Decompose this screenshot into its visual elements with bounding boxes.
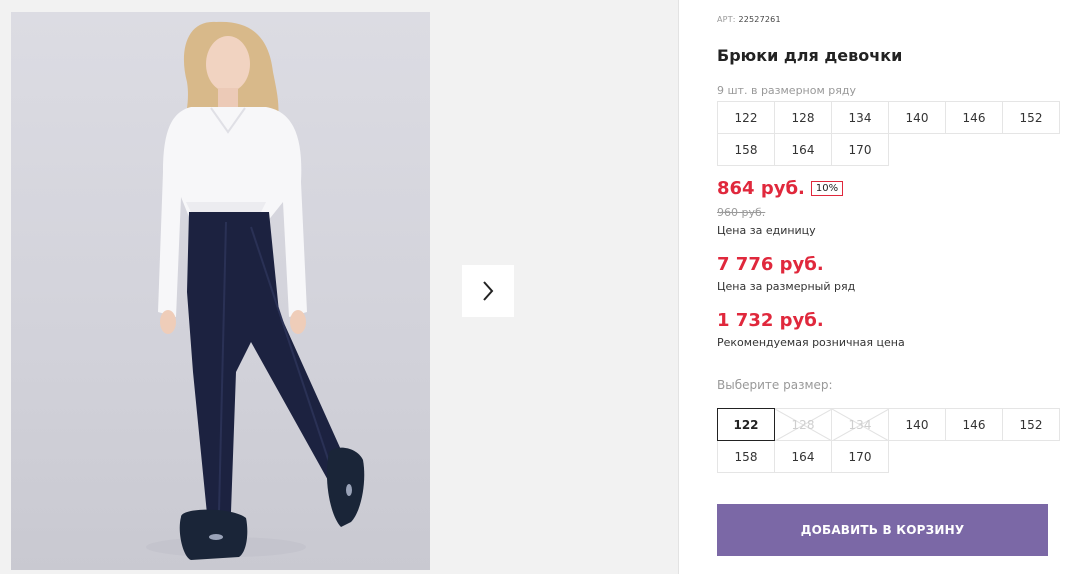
girl-illustration [146,21,365,560]
size-option-152[interactable]: 152 [1002,408,1060,441]
size-option-170[interactable]: 170 [831,440,889,473]
size-option-label: 158 [734,449,758,464]
article-number: АРТ: 22527261 [717,15,781,24]
pack-size-grid: 122 128 134 140 146 152 158 164 170 [717,101,1060,166]
pack-size-cell: 146 [945,101,1003,134]
gallery-next-button[interactable] [462,265,514,317]
pack-note: 9 шт. в размерном ряду [717,84,856,97]
size-picker-grid: 122 128 134 140 146 152 158 164 170 [717,408,1060,473]
retail-price-note: Рекомендуемая розничная цена [717,336,905,349]
row-price: 7 776 руб. [717,254,824,275]
add-to-cart-button[interactable]: ДОБАВИТЬ В КОРЗИНУ [717,504,1048,556]
chevron-right-icon [483,281,494,301]
size-option-146[interactable]: 146 [945,408,1003,441]
product-gallery [0,0,679,574]
unit-price-note: Цена за единицу [717,224,816,237]
retail-price: 1 732 руб. [717,310,824,331]
article-value: 22527261 [738,15,781,24]
discount-badge: 10% [810,181,844,196]
size-option-label: 152 [1019,417,1043,432]
product-title: Брюки для девочки [717,46,903,65]
unit-price-row: 864 руб. 10% [717,178,844,199]
pack-size-cell: 170 [831,133,889,166]
size-option-label: 128 [791,417,815,432]
size-option-label: 140 [905,417,929,432]
size-option-128: 128 [774,408,832,441]
product-info: АРТ: 22527261 Брюки для девочки 9 шт. в … [717,0,1062,574]
unit-price: 864 руб. [717,178,805,199]
size-option-label: 134 [848,417,872,432]
size-option-label: 122 [733,417,759,432]
size-option-label: 146 [962,417,986,432]
size-option-label: 170 [848,449,872,464]
size-option-label: 164 [791,449,815,464]
pack-size-cell: 122 [717,101,775,134]
old-price: 960 руб. [717,206,766,219]
size-option-164[interactable]: 164 [774,440,832,473]
pack-size-cell: 128 [774,101,832,134]
pack-size-cell: 158 [717,133,775,166]
article-label: АРТ: [717,15,736,24]
pack-size-cell: 152 [1002,101,1060,134]
size-option-122[interactable]: 122 [717,408,775,441]
pack-size-cell: 164 [774,133,832,166]
pack-size-cell: 140 [888,101,946,134]
gallery-divider [678,0,679,574]
size-option-134: 134 [831,408,889,441]
pack-size-cell: 134 [831,101,889,134]
product-photo [11,12,430,570]
size-option-158[interactable]: 158 [717,440,775,473]
size-picker-label: Выберите размер: [717,378,833,392]
row-price-note: Цена за размерный ряд [717,280,856,293]
size-option-140[interactable]: 140 [888,408,946,441]
